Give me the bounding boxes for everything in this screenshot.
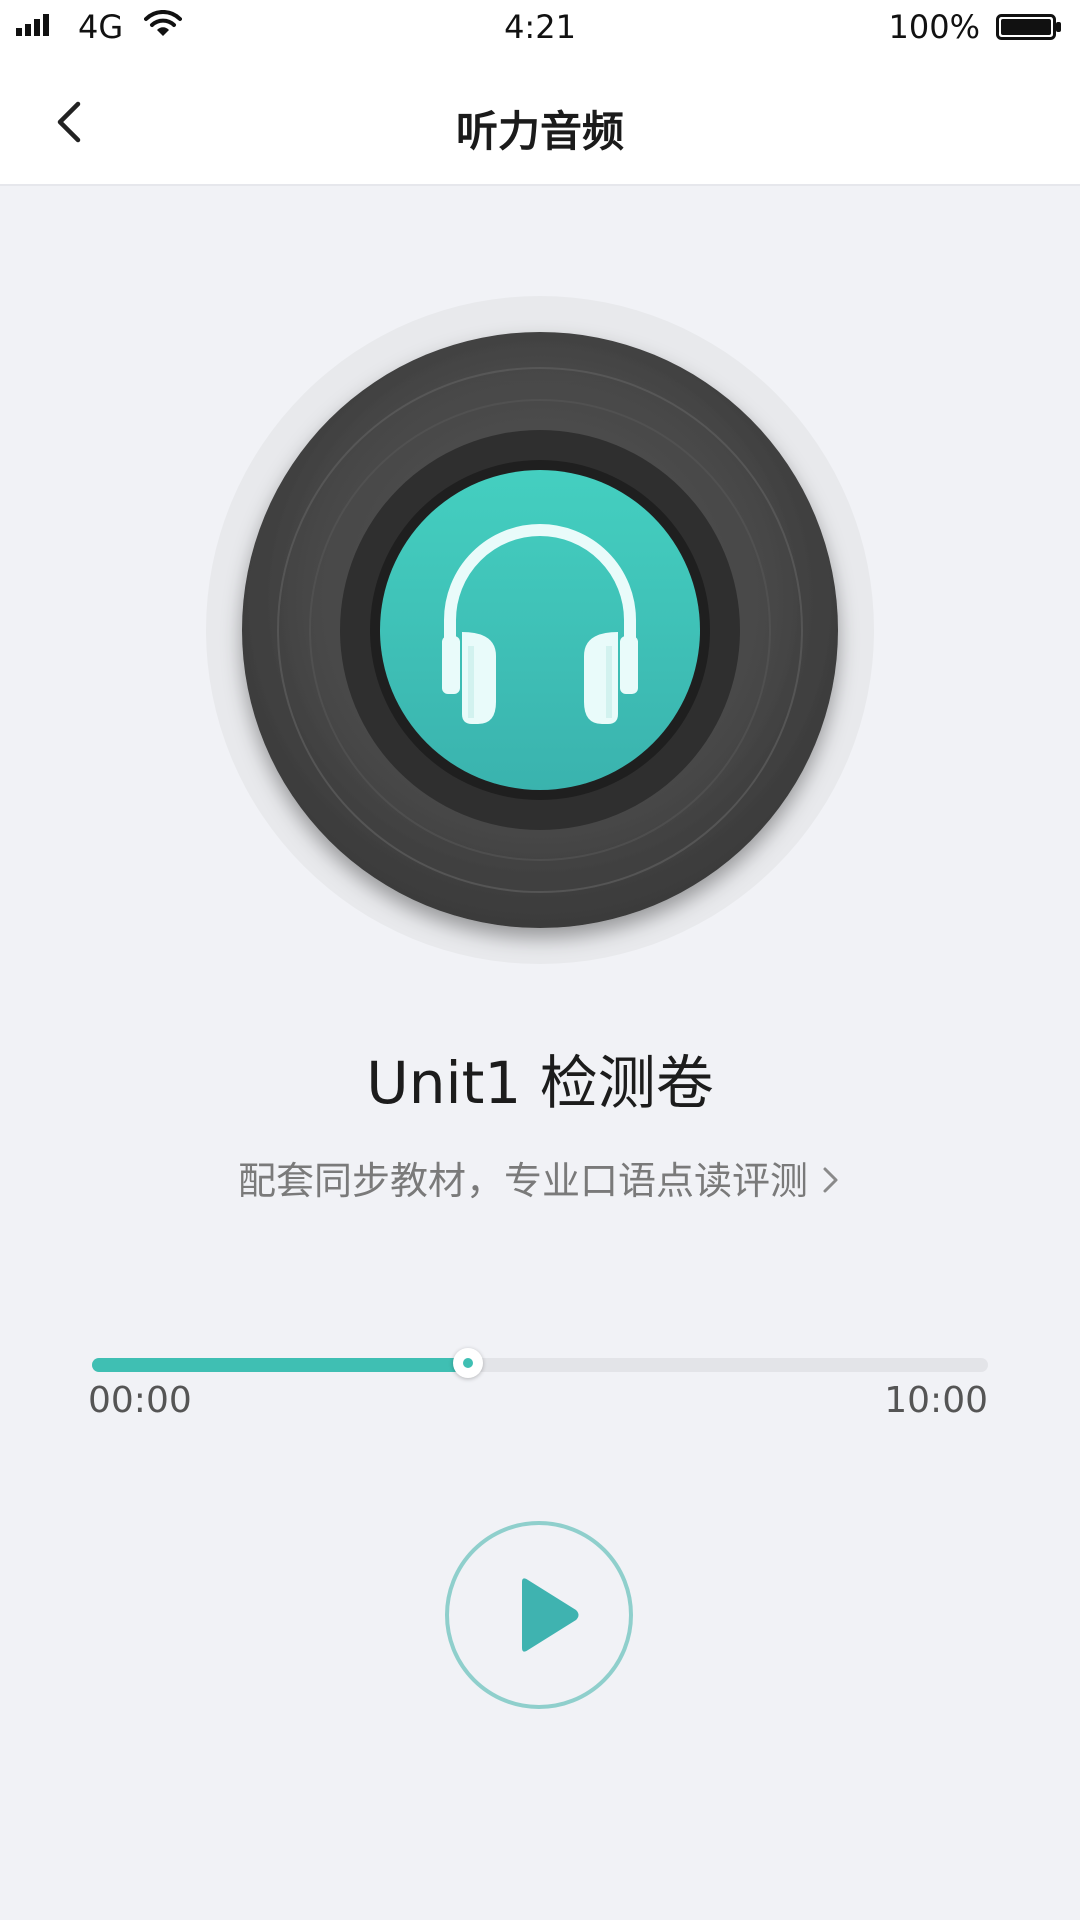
page-title: 听力音频 [455, 107, 624, 156]
track-subtitle-text: 配套同步教材，专业口语点读评测 [237, 1159, 808, 1203]
vinyl-record-icon [206, 296, 874, 964]
status-bar: 4G 4:21 100% [0, 0, 1080, 60]
track-title: Unit1 检测卷 [366, 1049, 714, 1117]
progress-thumb[interactable] [453, 1348, 484, 1378]
record-artwork [206, 296, 874, 964]
time-total: 10:00 [884, 1380, 988, 1421]
time-elapsed: 00:00 [88, 1380, 192, 1421]
progress-slider[interactable] [92, 1348, 988, 1378]
nav-bar: 听力音频 [0, 60, 1080, 186]
play-icon [445, 1521, 633, 1709]
battery-icon [996, 14, 1061, 40]
battery-percent: 100% [888, 8, 980, 46]
chevron-right-icon [820, 1162, 842, 1206]
progress-fill [92, 1358, 469, 1372]
track-subtitle-link[interactable]: 配套同步教材，专业口语点读评测 [0, 1150, 1080, 1206]
listening-audio-screen: 4G 4:21 100% 听力音频 Unit1 检测卷 配套同步教材，专业口语点… [0, 0, 1080, 1920]
play-button[interactable] [444, 1520, 634, 1710]
